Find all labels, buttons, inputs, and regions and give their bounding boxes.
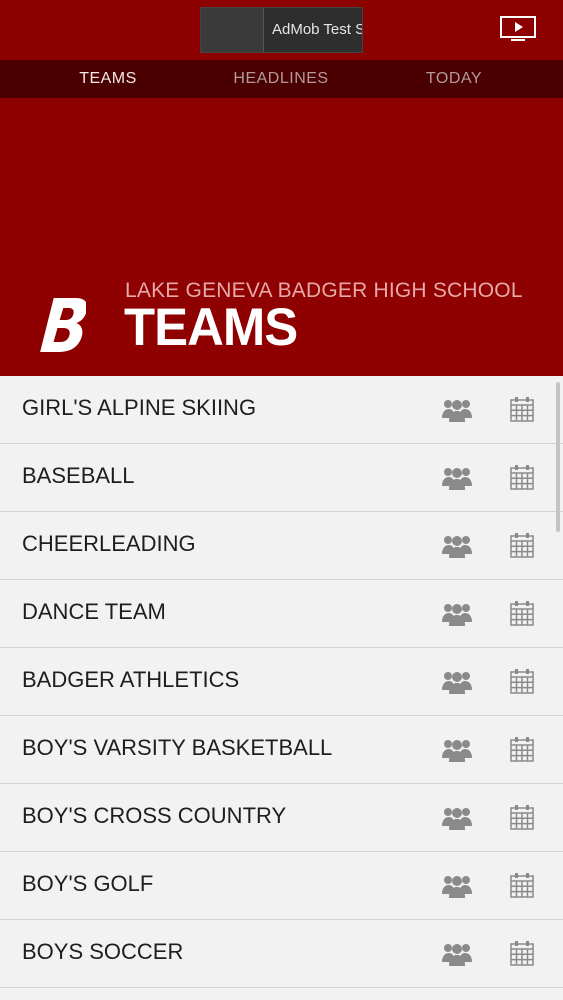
calendar-icon[interactable] xyxy=(510,805,534,830)
list-item[interactable]: BADGER ATHLETICS xyxy=(0,648,563,716)
team-name: BASEBALL xyxy=(22,463,135,488)
list-item[interactable]: BASEBALL xyxy=(0,444,563,512)
scrollbar[interactable] xyxy=(556,382,560,532)
team-name: BOY'S GOLF xyxy=(22,871,154,896)
people-group-icon[interactable] xyxy=(442,805,472,831)
ad-text: AdMob Test S xyxy=(272,21,363,38)
team-name: BADGER ATHLETICS xyxy=(22,667,240,692)
calendar-icon[interactable] xyxy=(510,737,534,762)
list-item[interactable]: BOYS SOCCER xyxy=(0,920,563,988)
list-item[interactable]: BOY'S CROSS COUNTRY xyxy=(0,784,563,852)
calendar-icon[interactable] xyxy=(510,941,534,966)
list-item[interactable]: DANCE TEAM xyxy=(0,580,563,648)
hero-banner: LAKE GENEVA BADGER HIGH SCHOOL TEAMS xyxy=(0,98,563,376)
badger-b-logo xyxy=(40,298,86,352)
list-item[interactable]: CHEERLEADING xyxy=(0,512,563,580)
team-name: CHEERLEADING xyxy=(22,531,196,556)
team-name: BOY'S CROSS COUNTRY xyxy=(22,803,287,828)
team-name: BOY'S VARSITY BASKETBALL xyxy=(22,735,333,760)
calendar-icon[interactable] xyxy=(510,669,534,694)
people-group-icon[interactable] xyxy=(442,669,472,695)
calendar-icon[interactable] xyxy=(510,465,534,490)
calendar-icon[interactable] xyxy=(510,601,534,626)
people-group-icon[interactable] xyxy=(442,397,472,423)
list-item[interactable]: BOY'S GOLF xyxy=(0,852,563,920)
people-group-icon[interactable] xyxy=(442,873,472,899)
video-play-icon[interactable] xyxy=(500,16,536,42)
tab-today[interactable]: TODAY xyxy=(368,60,540,98)
list-item[interactable]: GIRL'S ALPINE SKIING xyxy=(0,376,563,444)
team-name: GIRL'S ALPINE SKIING xyxy=(22,395,257,420)
people-group-icon[interactable] xyxy=(442,737,472,763)
ad-banner[interactable]: AdMob Test S xyxy=(200,7,363,53)
ad-thumbnail xyxy=(201,8,264,52)
people-group-icon[interactable] xyxy=(442,601,472,627)
calendar-icon[interactable] xyxy=(510,873,534,898)
top-bar: AdMob Test S xyxy=(0,0,563,60)
teams-list: GIRL'S ALPINE SKIING BASEBALL CHEERLEADI… xyxy=(0,376,563,988)
tab-headlines[interactable]: HEADLINES xyxy=(195,60,367,98)
team-name: BOYS SOCCER xyxy=(22,939,184,964)
calendar-icon[interactable] xyxy=(510,533,534,558)
tab-bar: TEAMS HEADLINES TODAY xyxy=(0,60,563,98)
page-title: TEAMS xyxy=(124,298,298,357)
list-item[interactable]: BOY'S VARSITY BASKETBALL xyxy=(0,716,563,784)
people-group-icon[interactable] xyxy=(442,465,472,491)
team-name: DANCE TEAM xyxy=(22,599,166,624)
tab-teams[interactable]: TEAMS xyxy=(22,60,194,98)
people-group-icon[interactable] xyxy=(442,533,472,559)
calendar-icon[interactable] xyxy=(510,397,534,422)
people-group-icon[interactable] xyxy=(442,941,472,967)
